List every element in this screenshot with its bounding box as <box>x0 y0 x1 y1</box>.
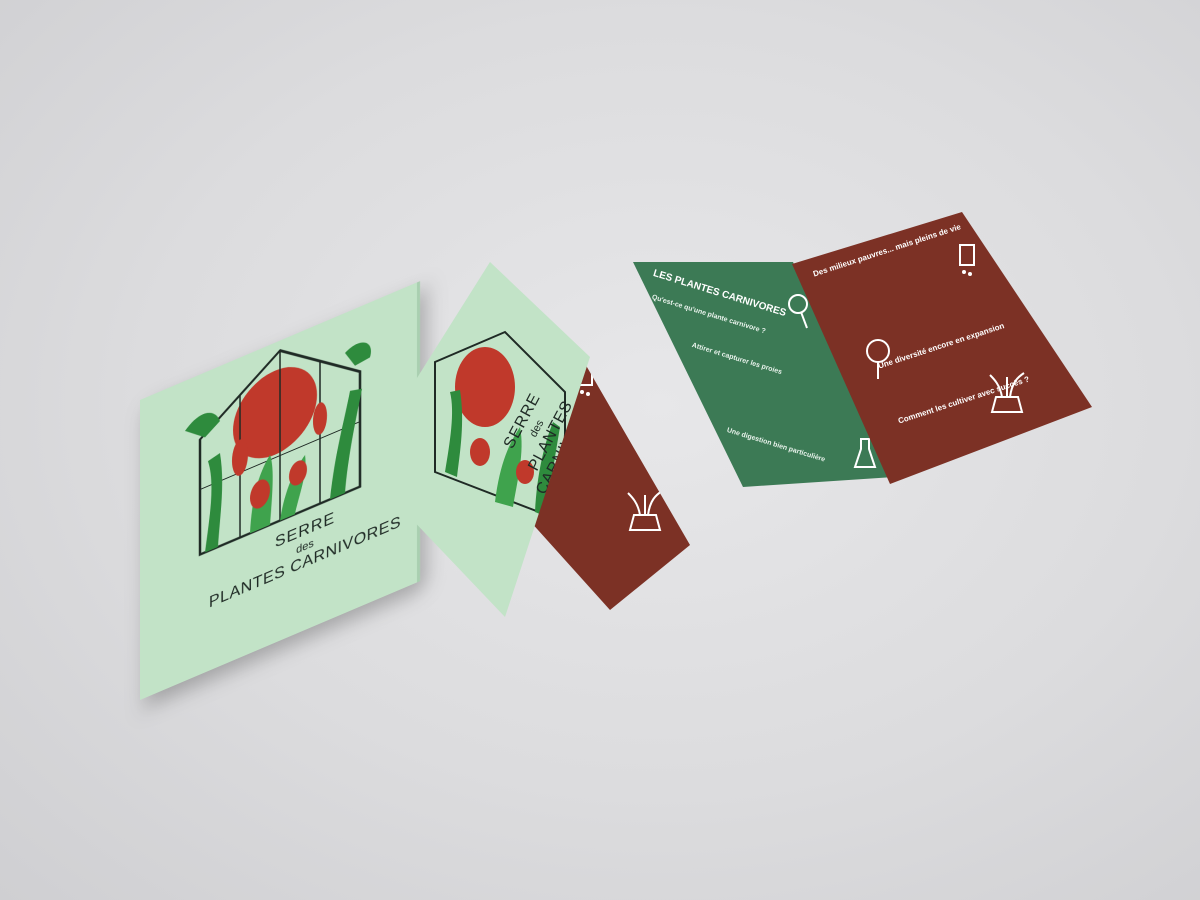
inside-title: LES PLANTES CARNIVORES <box>651 268 788 319</box>
heading-diversite: Une diversité encore en expansion <box>877 321 1006 371</box>
pitcher-plant-icon <box>989 372 1025 413</box>
booklet-closed-cover: SERRE des PLANTES CARNIVORES <box>140 281 420 700</box>
heading-digestion: Une digestion bien particulière <box>725 427 826 464</box>
tentacle-icon <box>959 244 975 276</box>
sundew-icon <box>866 339 890 379</box>
heading-attract: Attirer et capturer les proies <box>690 342 783 377</box>
heading-milieux: Des milieux pauvres... mais pleins de vi… <box>812 222 962 279</box>
pitcher-plant-icon <box>627 490 663 531</box>
